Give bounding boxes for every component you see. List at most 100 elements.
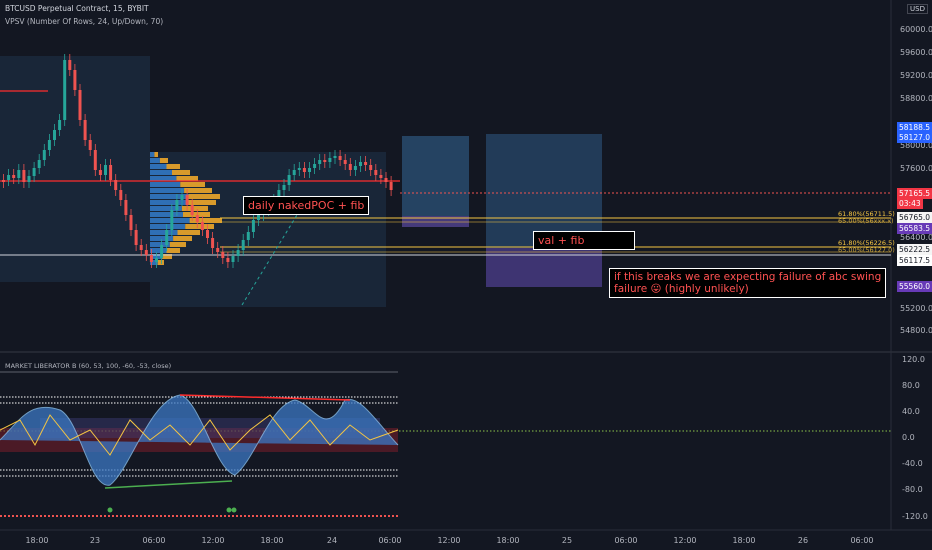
candle-body xyxy=(175,200,179,210)
fib-label: 65.00%(56127.0) xyxy=(838,246,895,254)
candle-body xyxy=(160,245,164,258)
volume-bar-down xyxy=(185,224,214,229)
candle-body xyxy=(68,60,72,70)
time-tick: 06:00 xyxy=(142,536,166,545)
candle-body xyxy=(282,185,286,190)
time-tick: 12:00 xyxy=(437,536,461,545)
volume-bar-up xyxy=(150,152,155,157)
candle-body xyxy=(221,252,225,258)
candle-body xyxy=(32,168,36,176)
time-tick: 06:00 xyxy=(614,536,638,545)
volume-bar-down xyxy=(173,236,192,241)
price-tick: 55200.0 xyxy=(900,304,932,313)
candle-body xyxy=(338,156,342,160)
time-tick: 18:00 xyxy=(260,536,284,545)
symbol-title[interactable]: BTCUSD Perpetual Contract, 15, BYBIT xyxy=(5,4,149,13)
vpsv-indicator-label[interactable]: VPSV (Number Of Rows, 24, Up/Down, 70) xyxy=(5,17,163,26)
candle-body xyxy=(251,220,255,232)
osc-tick: -40.0 xyxy=(902,459,923,468)
osc-tick: -80.0 xyxy=(902,485,923,494)
candle-body xyxy=(170,210,174,230)
price-tick: 57600.0 xyxy=(900,164,932,173)
candle-body xyxy=(297,168,301,170)
note-val-fib[interactable]: val + fib xyxy=(533,231,635,250)
chart-window[interactable]: BTCUSD Perpetual Contract, 15, BYBIT VPS… xyxy=(0,0,932,550)
candle-body xyxy=(364,162,368,165)
signal-dot xyxy=(231,507,237,513)
candle-body xyxy=(318,160,322,164)
osc-tick: 40.0 xyxy=(902,407,920,416)
candle-body xyxy=(12,175,16,178)
volume-bar-up xyxy=(150,158,160,163)
candle-body xyxy=(246,232,250,240)
candle-body xyxy=(389,182,393,190)
time-tick: 26 xyxy=(797,536,809,545)
time-tick: 12:00 xyxy=(673,536,697,545)
signal-dot xyxy=(107,507,113,513)
note-daily-poc[interactable]: daily nakedPOC + fib xyxy=(243,196,370,215)
candle-body xyxy=(313,164,317,168)
volume-bar-up xyxy=(150,248,167,253)
candle-body xyxy=(195,215,199,222)
volume-bar-down xyxy=(186,200,216,205)
volume-bar-down xyxy=(181,206,208,211)
volume-bar-down xyxy=(176,176,198,181)
price-tick: 54800.0 xyxy=(900,326,932,335)
candle-body xyxy=(257,215,260,220)
candle-body xyxy=(185,195,189,205)
candle-body xyxy=(129,215,133,230)
candle-body xyxy=(236,250,240,256)
price-tick: 58800.0 xyxy=(900,94,932,103)
candle-body xyxy=(302,168,306,172)
candle-body xyxy=(287,175,291,185)
price-tick: 59200.0 xyxy=(900,71,932,80)
candle-body xyxy=(7,175,11,180)
volume-bar-down xyxy=(166,164,180,169)
volume-bar-up xyxy=(150,176,177,181)
volume-bar-down xyxy=(180,182,205,187)
candle-body xyxy=(374,170,378,175)
candle-body xyxy=(206,230,209,238)
oscillator-title[interactable]: MARKET LIBERATOR B (60, 53, 100, -60, -5… xyxy=(5,362,171,370)
note-abc-failure[interactable]: if this breaks we are expecting failure … xyxy=(609,268,887,298)
time-tick: 24 xyxy=(326,536,338,545)
candle-body xyxy=(109,165,113,180)
candle-body xyxy=(139,245,143,250)
volume-bar-down xyxy=(177,230,200,235)
candle-body xyxy=(353,166,357,170)
volume-bar-down xyxy=(154,152,158,157)
candle-body xyxy=(124,200,128,215)
candle-body xyxy=(323,160,327,162)
candle-body xyxy=(2,180,5,182)
osc-tick: 0.0 xyxy=(902,433,915,442)
candle-body xyxy=(88,140,92,150)
candle-body xyxy=(155,258,158,262)
volume-bar-down xyxy=(188,194,220,199)
volume-bar-down xyxy=(184,188,212,193)
candle-body xyxy=(190,205,194,215)
volume-bar-up xyxy=(150,200,187,205)
position-box-stop xyxy=(486,248,602,287)
candle-body xyxy=(211,238,215,248)
price-tag-fib: 56765.0 xyxy=(897,212,932,223)
candle-body xyxy=(359,162,362,166)
candle-body xyxy=(98,170,102,175)
volume-bar-up xyxy=(150,230,178,235)
price-tick: 59600.0 xyxy=(900,48,932,57)
currency-label[interactable]: USD xyxy=(907,4,928,14)
candle-body xyxy=(17,170,21,178)
volume-bar-up xyxy=(150,170,172,175)
price-tag-white: 56117.5 xyxy=(897,255,932,266)
candle-body xyxy=(292,170,296,175)
candle-body xyxy=(114,180,118,190)
countdown-tag: 03:43 xyxy=(897,198,923,209)
price-tag-blue: 58127.0 xyxy=(897,132,932,143)
candle-body xyxy=(104,165,107,175)
price-tick: 56400.0 xyxy=(900,233,932,242)
time-tick: 18:00 xyxy=(25,536,49,545)
candle-body xyxy=(83,120,87,140)
volume-bar-up xyxy=(150,212,183,217)
volume-bar-down xyxy=(172,170,190,175)
candle-body xyxy=(27,176,31,182)
osc-tick: 120.0 xyxy=(902,355,925,364)
